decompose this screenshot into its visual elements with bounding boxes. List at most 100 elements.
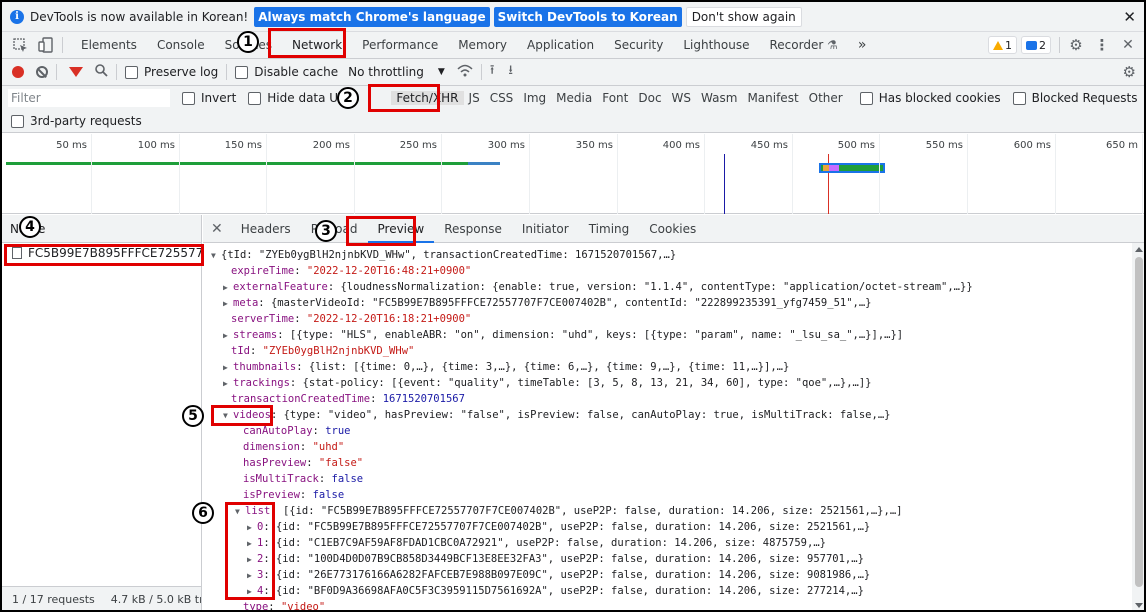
checkbox[interactable]	[1012, 91, 1026, 105]
invert-checkbox[interactable]: Invert	[182, 91, 236, 105]
close-detail-icon[interactable]: ✕	[211, 221, 223, 237]
collapsed-arrow-icon[interactable]: ▶	[247, 568, 257, 584]
infobar-close-icon[interactable]: ✕	[1123, 8, 1136, 26]
messages-badge[interactable]: 2	[1021, 36, 1051, 54]
tab-application[interactable]: Application	[517, 32, 604, 59]
scroll-thumb[interactable]	[1135, 257, 1143, 587]
tab-memory[interactable]: Memory	[448, 32, 517, 59]
scroll-up-arrow-icon[interactable]	[1135, 247, 1143, 252]
search-icon[interactable]	[95, 64, 108, 80]
tab-cookies[interactable]: Cookies	[639, 215, 706, 243]
export-har-icon[interactable]: ⭳	[508, 61, 513, 83]
network-settings-gear-icon[interactable]: ⚙	[1123, 63, 1136, 81]
inspect-element-icon[interactable]	[12, 37, 28, 53]
has-blocked-cookies-checkbox[interactable]: Has blocked cookies	[859, 91, 1001, 105]
tab-headers[interactable]: Headers	[231, 215, 301, 243]
disable-cache-checkbox[interactable]: Disable cache	[235, 65, 338, 79]
close-devtools-icon[interactable]: ✕	[1120, 37, 1136, 53]
tab-lighthouse[interactable]: Lighthouse	[673, 32, 759, 59]
tab-performance[interactable]: Performance	[352, 32, 448, 59]
timeline-gridline	[91, 134, 92, 214]
filter-type-manifest[interactable]: Manifest	[742, 91, 803, 105]
more-tabs-icon[interactable]: »	[848, 32, 877, 59]
collapsed-arrow-icon[interactable]: ▶	[247, 536, 257, 552]
filter-type-font[interactable]: Font	[597, 91, 633, 105]
preview-node-externalFeature[interactable]: ▶ externalFeature: {loudnessNormalization…	[223, 279, 973, 295]
checkbox[interactable]	[248, 91, 262, 105]
preview-key: videos	[233, 409, 271, 421]
preview-node-0[interactable]: ▶ 0: {id: "FC5B99E7B895FFFCE72557707F7CE0…	[247, 519, 870, 535]
more-options-icon[interactable]: ⋮	[1094, 36, 1110, 54]
checkbox[interactable]	[235, 65, 249, 79]
checkbox[interactable]	[182, 91, 195, 105]
collapsed-arrow-icon[interactable]: ▶	[223, 376, 233, 392]
filter-type-media[interactable]: Media	[551, 91, 597, 105]
preview-node-meta[interactable]: ▶ meta: {masterVideoId: "FC5B99E7B895FFFC…	[223, 295, 872, 311]
record-icon[interactable]	[12, 66, 24, 78]
preview-node-3[interactable]: ▶ 3: {id: "26E773176166A6282FAFCEB7E988B0…	[247, 567, 870, 583]
blocked-requests-checkbox[interactable]: Blocked Requests	[1012, 91, 1137, 105]
checkbox[interactable]	[125, 65, 138, 79]
preserve-log-checkbox[interactable]: Preserve log	[125, 65, 218, 79]
filter-type-fetch-xhr[interactable]: Fetch/XHR	[391, 91, 464, 105]
collapsed-arrow-icon[interactable]: ▶	[247, 584, 257, 600]
tab-recorder[interactable]: Recorder ⚗	[760, 32, 848, 59]
switch-to-korean-button[interactable]: Switch DevTools to Korean	[493, 6, 682, 27]
preview-node-streams[interactable]: ▶ streams: [{type: "HLS", enableABR: "on"…	[223, 327, 903, 343]
tab-network[interactable]: Network	[282, 32, 352, 59]
collapsed-arrow-icon[interactable]: ▶	[223, 280, 233, 296]
overview-green-bar	[6, 162, 470, 165]
preview-node-thumbnails[interactable]: ▶ thumbnails: {list: [{time: 0,…}, {time:…	[223, 359, 789, 375]
request-row[interactable]: FC5B99E7B895FFFCE7255770...	[2, 243, 201, 263]
preview-node-1[interactable]: ▶ 1: {id: "C1EB7C9AF59AF8FDAD1CBC0A72921"…	[247, 535, 826, 551]
settings-gear-icon[interactable]: ⚙	[1068, 36, 1084, 54]
dont-show-again-button[interactable]: Don't show again	[685, 6, 802, 27]
tab-initiator[interactable]: Initiator	[512, 215, 579, 243]
collapsed-arrow-icon[interactable]: ▶	[223, 360, 233, 376]
tab-response[interactable]: Response	[434, 215, 512, 243]
import-har-icon[interactable]: ⭱	[490, 61, 495, 83]
request-detail-pane: ✕ Headers Payload Preview Response Initi…	[203, 215, 1144, 610]
filter-type-wasm[interactable]: Wasm	[696, 91, 742, 105]
tab-console[interactable]: Console	[147, 32, 215, 59]
checkbox[interactable]	[859, 91, 873, 105]
expanded-arrow-icon[interactable]: ▼	[235, 504, 245, 520]
throttling-select[interactable]: No throttling ▼	[348, 65, 445, 79]
third-party-checkbox[interactable]: 3rd-party requests	[11, 114, 142, 128]
scroll-down-arrow-icon[interactable]	[1135, 603, 1143, 608]
filter-type-doc[interactable]: Doc	[633, 91, 666, 105]
annotation-marker-5: 5	[182, 405, 204, 427]
expanded-arrow-icon[interactable]: ▼	[211, 248, 221, 264]
filter-icon[interactable]	[69, 67, 83, 77]
preview-node-videos[interactable]: ▼ videos: {type: "video", hasPreview: "fa…	[223, 407, 890, 423]
collapsed-arrow-icon[interactable]: ▶	[247, 520, 257, 536]
preview-node-list[interactable]: ▼ list: [{id: "FC5B99E7B895FFFCE72557707F…	[235, 503, 902, 519]
preview-root-node[interactable]: ▼ {tId: "ZYEb0ygBlH2njnbKVD_WHw", transac…	[211, 247, 676, 263]
filter-type-js[interactable]: JS	[464, 91, 485, 105]
tab-elements[interactable]: Elements	[71, 32, 147, 59]
collapsed-arrow-icon[interactable]: ▶	[223, 296, 233, 312]
filter-type-css[interactable]: CSS	[485, 91, 519, 105]
timeline-gridline	[179, 134, 180, 214]
expanded-arrow-icon[interactable]: ▼	[223, 408, 233, 424]
preview-node-4[interactable]: ▶ 4: {id: "BF0D9A36698AFA0C5F3C3959115D75…	[247, 583, 864, 599]
clear-icon[interactable]	[36, 66, 48, 78]
collapsed-arrow-icon[interactable]: ▶	[223, 328, 233, 344]
filter-input[interactable]: Filter	[8, 89, 170, 107]
preview-node-2[interactable]: ▶ 2: {id: "100D4D0D07B9CB858D3449BCF13E8E…	[247, 551, 864, 567]
filter-type-other[interactable]: Other	[804, 91, 848, 105]
preview-node-trackings[interactable]: ▶ trackings: {stat-policy: [{event: "qual…	[223, 375, 872, 391]
tab-security[interactable]: Security	[604, 32, 673, 59]
tab-preview[interactable]: Preview	[367, 215, 435, 243]
checkbox[interactable]	[11, 114, 24, 128]
network-conditions-icon[interactable]	[457, 64, 473, 80]
warnings-badge[interactable]: 1	[988, 36, 1017, 54]
tab-timing[interactable]: Timing	[579, 215, 640, 243]
filter-type-ws[interactable]: WS	[667, 91, 696, 105]
preview-scrollbar[interactable]	[1132, 243, 1144, 610]
device-toolbar-icon[interactable]	[38, 37, 54, 53]
filter-type-img[interactable]: Img	[518, 91, 551, 105]
collapsed-arrow-icon[interactable]: ▶	[247, 552, 257, 568]
always-match-language-button[interactable]: Always match Chrome's language	[254, 6, 490, 27]
network-overview-timeline[interactable]: 50 ms 100 ms 150 ms 200 ms 250 ms 300 ms 350 m…	[2, 134, 1144, 214]
